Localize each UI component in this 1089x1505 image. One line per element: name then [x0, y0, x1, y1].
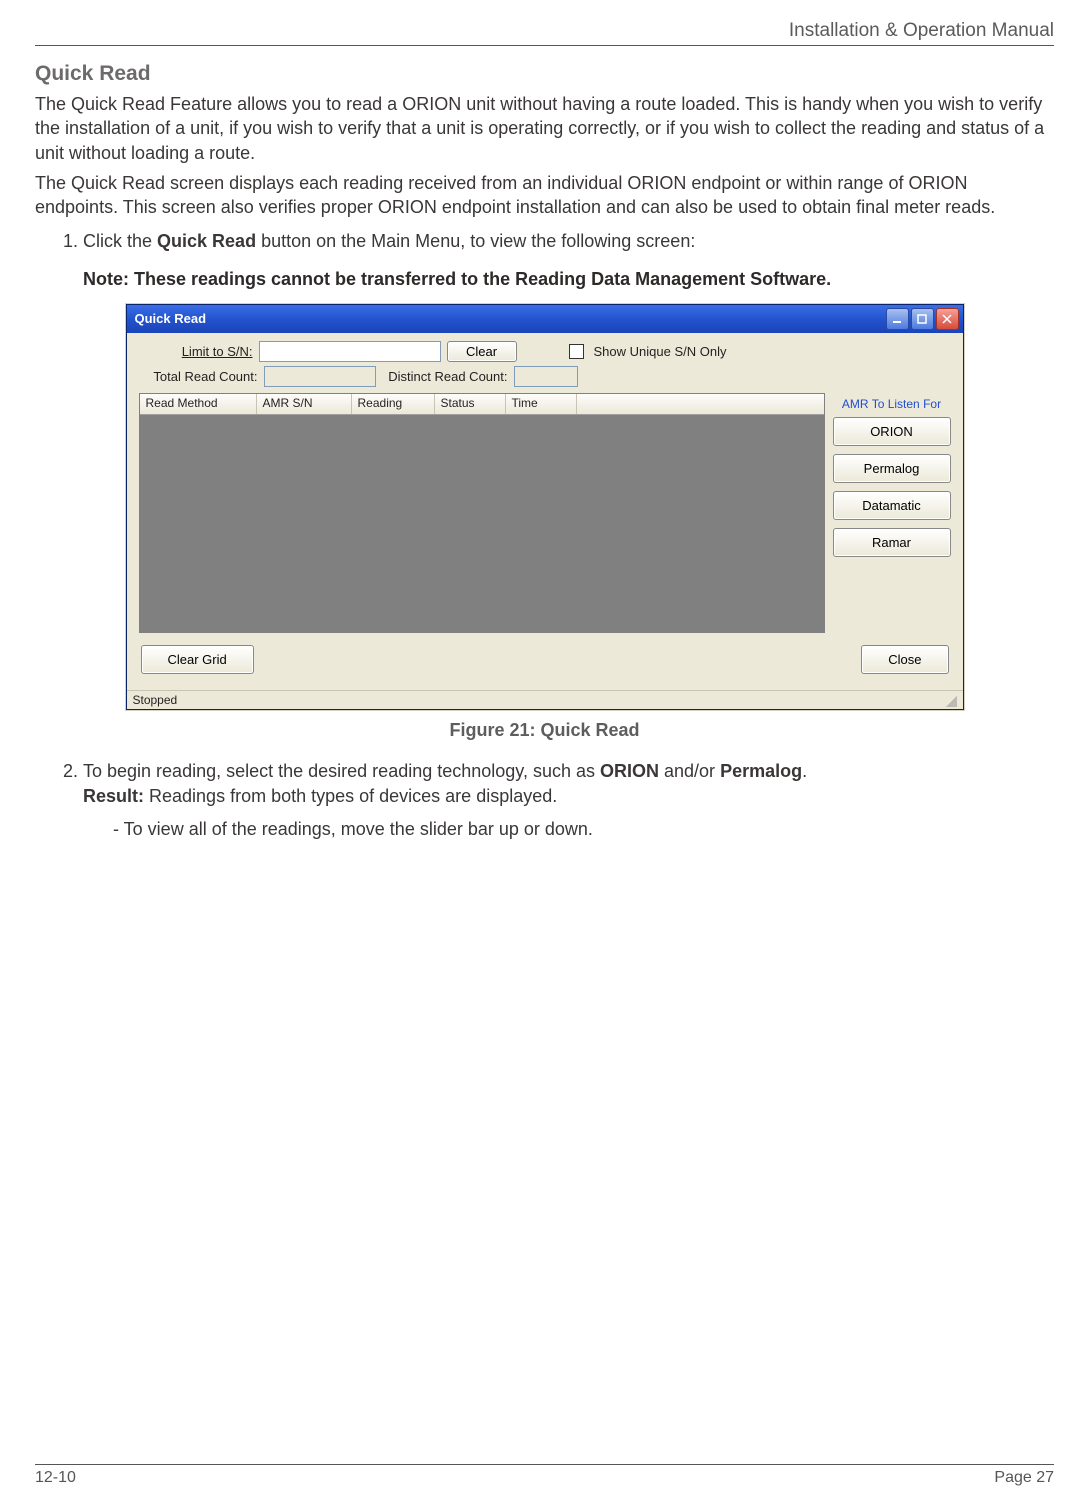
- close-button[interactable]: Close: [861, 645, 948, 674]
- col-reading[interactable]: Reading: [352, 394, 435, 414]
- grid-body: [140, 415, 824, 632]
- clear-grid-button[interactable]: Clear Grid: [141, 645, 254, 674]
- total-read-label: Total Read Count:: [141, 369, 258, 384]
- note-text: Note: These readings cannot be transferr…: [83, 269, 1054, 290]
- close-icon: [942, 314, 952, 324]
- show-unique-checkbox[interactable]: [569, 344, 584, 359]
- datamatic-button[interactable]: Datamatic: [833, 491, 951, 520]
- page-header: Installation & Operation Manual: [35, 20, 1054, 46]
- permalog-button[interactable]: Permalog: [833, 454, 951, 483]
- window-controls: [886, 308, 959, 330]
- col-time[interactable]: Time: [506, 394, 577, 414]
- ramar-button[interactable]: Ramar: [833, 528, 951, 557]
- step-1: Click the Quick Read button on the Main …: [83, 229, 1054, 254]
- figure-caption: Figure 21: Quick Read: [35, 720, 1054, 741]
- distinct-read-value: [514, 366, 578, 387]
- orion-button[interactable]: ORION: [833, 417, 951, 446]
- page-footer: 12-10 Page 27: [35, 1464, 1054, 1487]
- maximize-icon: [917, 314, 927, 324]
- close-window-button[interactable]: [936, 308, 959, 330]
- section-heading: Quick Read: [35, 62, 1054, 86]
- resize-grip-icon[interactable]: [943, 693, 957, 707]
- readings-grid[interactable]: Read Method AMR S/N Reading Status Time: [139, 393, 825, 633]
- maximize-button[interactable]: [911, 308, 934, 330]
- quick-read-window: Quick Read Limit to S/N: Clear: [126, 304, 964, 710]
- clear-button[interactable]: Clear: [447, 341, 517, 362]
- window-title: Quick Read: [135, 311, 207, 326]
- col-read-method[interactable]: Read Method: [140, 394, 257, 414]
- step-2: To begin reading, select the desired rea…: [83, 759, 1054, 809]
- total-read-value: [264, 366, 376, 387]
- intro-paragraph-2: The Quick Read screen displays each read…: [35, 171, 1054, 220]
- minimize-icon: [892, 314, 902, 324]
- intro-paragraph-1: The Quick Read Feature allows you to rea…: [35, 92, 1054, 165]
- limit-sn-input[interactable]: [259, 341, 441, 362]
- titlebar: Quick Read: [127, 305, 963, 333]
- step-2-subitem: To view all of the readings, move the sl…: [113, 819, 1054, 840]
- status-bar: Stopped: [127, 690, 963, 709]
- amr-listen-panel: AMR To Listen For ORION Permalog Datamat…: [833, 393, 951, 633]
- manual-title: Installation & Operation Manual: [789, 20, 1054, 41]
- status-text: Stopped: [133, 693, 178, 707]
- grid-header: Read Method AMR S/N Reading Status Time: [140, 394, 824, 415]
- col-status[interactable]: Status: [435, 394, 506, 414]
- footer-right: Page 27: [994, 1469, 1054, 1487]
- col-amr-sn[interactable]: AMR S/N: [257, 394, 352, 414]
- footer-left: 12-10: [35, 1469, 76, 1487]
- minimize-button[interactable]: [886, 308, 909, 330]
- limit-sn-label: Limit to S/N:: [141, 344, 253, 359]
- distinct-read-label: Distinct Read Count:: [382, 369, 508, 384]
- show-unique-label: Show Unique S/N Only: [594, 344, 727, 359]
- amr-listen-caption: AMR To Listen For: [833, 397, 951, 411]
